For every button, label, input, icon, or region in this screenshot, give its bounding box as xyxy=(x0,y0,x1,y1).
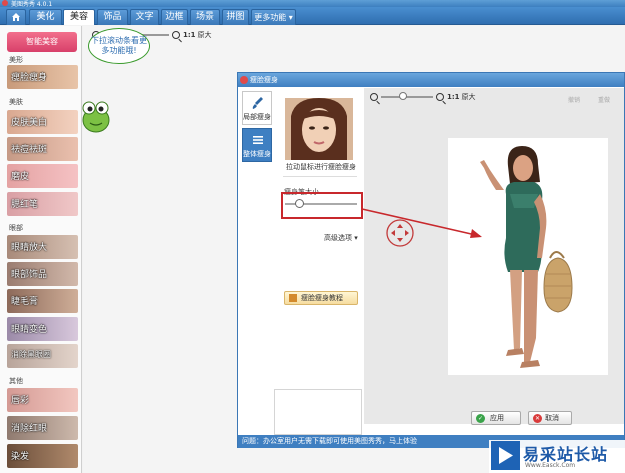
check-icon: ✓ xyxy=(476,414,485,423)
smart-beauty-button[interactable]: 智能美容 xyxy=(7,32,77,52)
list-icon xyxy=(253,136,263,144)
dialog-zoom-ratio[interactable]: 1:1 xyxy=(447,93,460,101)
tab-collage[interactable]: 拼图 xyxy=(222,9,249,25)
canvas-area[interactable]: 1:1 原大 撤销 重做 ✓ 应用 ✕ 取消 xyxy=(364,88,624,425)
feature-hair-dye[interactable]: 染发 xyxy=(7,444,78,468)
tab-frame[interactable]: 边框 xyxy=(161,9,188,25)
dialog-zoom-original[interactable]: 原大 xyxy=(462,92,476,102)
tab-accessories[interactable]: 饰品 xyxy=(97,9,128,25)
feature-smooth-skin[interactable]: 磨皮 xyxy=(7,164,78,188)
cancel-button[interactable]: ✕ 取消 xyxy=(528,411,572,425)
lower-panel xyxy=(274,389,362,435)
dialog-zoom-control: 1:1 原大 xyxy=(370,91,476,103)
close-icon: ✕ xyxy=(533,414,542,423)
advanced-options[interactable]: 高级选项 ▾ xyxy=(324,233,358,243)
section-label-skin: 美肤 xyxy=(9,98,23,106)
feature-slim-face[interactable]: 瘦脸瘦身 xyxy=(7,65,78,89)
brush-icon xyxy=(252,97,263,109)
title-bar: 美图秀秀 4.0.1 xyxy=(0,0,625,8)
tip-bubble: 下拉滚动条看更多功能哦! xyxy=(88,28,150,64)
highlight-box xyxy=(281,192,363,219)
apply-button[interactable]: ✓ 应用 xyxy=(471,411,521,425)
feature-blush[interactable]: 腮红笔 xyxy=(7,192,78,216)
site-watermark: 易采站长站 Www.Easck.Com xyxy=(489,440,625,473)
feature-dark-circles[interactable]: 消除黑眼圈 xyxy=(7,344,78,368)
dialog-zoom-slider[interactable] xyxy=(381,92,433,100)
feature-eye-enlarge[interactable]: 眼睛放大 xyxy=(7,235,78,259)
dialog-zoom-in-icon[interactable] xyxy=(436,93,444,101)
home-tab[interactable] xyxy=(6,9,26,25)
tab-overall-slim[interactable]: 整体瘦身 xyxy=(242,128,272,162)
zoom-original[interactable]: 原大 xyxy=(198,30,212,40)
sample-portrait xyxy=(285,98,353,160)
tab-more-features[interactable]: 更多功能 ▾ xyxy=(251,9,296,25)
zoom-in-icon[interactable] xyxy=(172,31,180,39)
feature-whiten[interactable]: 皮肤美白 xyxy=(7,110,78,134)
menu-bar: 美化 美容 饰品 文字 边框 场景 拼图 更多功能 ▾ xyxy=(0,7,625,25)
section-label-eyes: 眼部 xyxy=(9,224,23,232)
watermark-url: Www.Easck.Com xyxy=(525,462,576,469)
feature-eye-accessory[interactable]: 眼部饰品 xyxy=(7,262,78,286)
feature-eye-color[interactable]: 眼睛变色 xyxy=(7,317,78,341)
tab-local-slim[interactable]: 局部瘦身 xyxy=(242,91,272,125)
section-label-other: 其他 xyxy=(9,377,23,385)
home-icon xyxy=(12,13,20,21)
app-logo-icon xyxy=(2,0,8,6)
section-label-shape: 美形 xyxy=(9,56,23,64)
feature-mascara[interactable]: 睫毛膏 xyxy=(7,289,78,313)
tab-scene[interactable]: 场景 xyxy=(190,9,220,25)
zoom-ratio[interactable]: 1:1 xyxy=(183,31,196,39)
dialog-title-bar: 瘦脸瘦身 xyxy=(238,73,624,87)
photo-canvas[interactable] xyxy=(448,138,608,375)
tab-text[interactable]: 文字 xyxy=(130,9,159,25)
hint-text: 拉动鼠标进行瘦脸瘦身 xyxy=(286,163,356,171)
tab-beautify[interactable]: 美化 xyxy=(29,9,62,25)
divider xyxy=(283,176,357,177)
frog-mascot-icon xyxy=(82,101,110,133)
feature-red-eye[interactable]: 消除红眼 xyxy=(7,416,78,440)
feature-acne[interactable]: 祛痘祛斑 xyxy=(7,137,78,161)
feature-lip-gloss[interactable]: 唇彩 xyxy=(7,388,78,412)
dialog-zoom-out-icon[interactable] xyxy=(370,93,378,101)
tutorial-button[interactable]: 瘦脸瘦身教程 xyxy=(284,291,358,305)
dialog-logo-icon xyxy=(240,76,248,84)
annotation-arrow-icon xyxy=(361,208,482,238)
left-feature-panel: 智能美容 美形 瘦脸瘦身 美肤 皮肤美白 祛痘祛斑 磨皮 腮红笔 眼部 眼睛放大… xyxy=(0,26,82,473)
redo-button[interactable]: 重做 xyxy=(598,95,610,104)
slim-face-dialog: 瘦脸瘦身 局部瘦身 整体瘦身 拉动鼠标进行瘦脸瘦身 瘦身笔大小 高级选项 ▾ 瘦… xyxy=(237,72,625,448)
undo-button[interactable]: 撤销 xyxy=(568,95,580,104)
tab-beauty[interactable]: 美容 xyxy=(63,9,95,25)
watermark-logo-icon xyxy=(491,441,520,470)
box-icon xyxy=(289,294,297,302)
dialog-zoom-knob[interactable] xyxy=(399,92,407,100)
